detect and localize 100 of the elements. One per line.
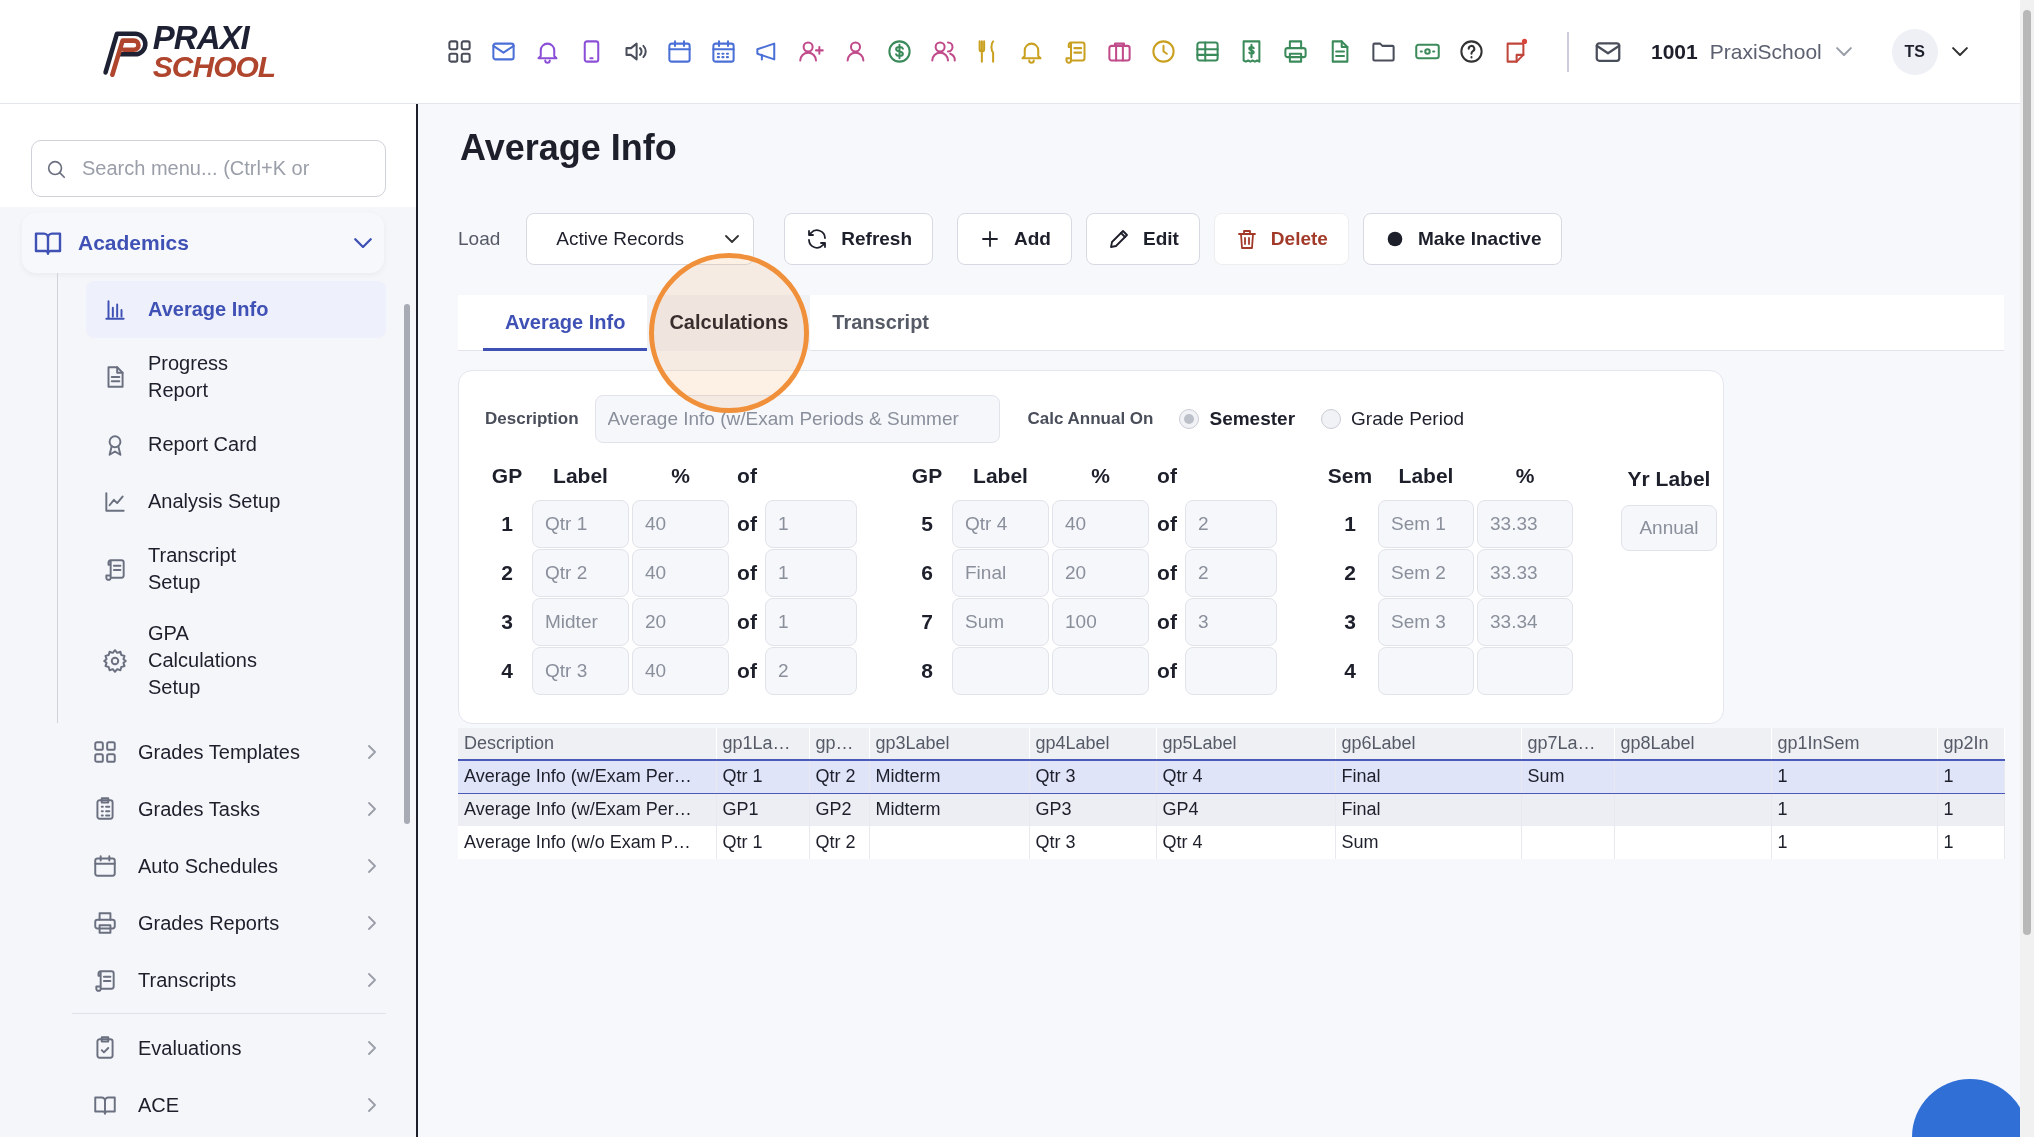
label-field[interactable]: Sem 3 [1378, 598, 1474, 647]
column-header[interactable]: gp3Label [869, 728, 1029, 761]
percent-field[interactable]: 20 [632, 598, 729, 647]
toolbar-button[interactable]: Refresh [784, 213, 934, 266]
of-label: of [1156, 658, 1178, 685]
menu-group[interactable]: Grades Reports [92, 894, 386, 951]
column-header: Sem [1326, 463, 1374, 490]
column-header[interactable]: gp1La… [716, 728, 809, 761]
percent-field[interactable]: 33.33 [1477, 500, 1573, 549]
radio-button[interactable] [1321, 409, 1342, 430]
column-header[interactable]: gp2In [1937, 728, 2004, 761]
column-header: GP [490, 463, 524, 490]
table-cell: Final [1341, 766, 1381, 787]
label-field[interactable]: Qtr 4 [952, 500, 1049, 549]
menu-group[interactable]: ACE [92, 1076, 386, 1133]
of-label: of [1156, 609, 1178, 636]
menu-group[interactable]: Evaluations [92, 1019, 386, 1076]
menu-item[interactable]: Transcript Setup [86, 530, 386, 608]
column-header[interactable]: gp5Label [1156, 728, 1335, 761]
table-cell: Qtr 1 [722, 832, 763, 853]
radio-button[interactable] [1179, 409, 1200, 430]
column-header: Label [1397, 463, 1455, 490]
tab[interactable]: Calculations [647, 295, 811, 352]
menu-item[interactable]: Progress Report [86, 338, 386, 416]
percent-field[interactable] [1477, 647, 1573, 696]
grid-icon[interactable] [446, 38, 473, 65]
of-field[interactable]: 3 [1185, 598, 1277, 647]
label-field[interactable]: Qtr 2 [532, 549, 629, 598]
menu-item[interactable]: Analysis Setup [86, 473, 386, 530]
column-header: % [1090, 463, 1111, 490]
menu-item[interactable]: Average Info [86, 281, 386, 338]
tab[interactable]: Transcript [810, 295, 952, 352]
percent-field[interactable] [1052, 647, 1149, 696]
table-cell: Qtr 2 [815, 766, 856, 787]
scrollbar[interactable] [2020, 0, 2034, 1137]
label-field[interactable] [1378, 647, 1474, 696]
label-field[interactable]: Sem 2 [1378, 549, 1474, 598]
chevron-down-icon [1835, 46, 1852, 57]
table-cell: Average Info (w/Exam Per… [464, 799, 692, 820]
menu-group[interactable]: Transcripts [92, 951, 386, 1008]
toolbar-button[interactable]: Delete [1213, 213, 1349, 266]
table-cell: Qtr 4 [1162, 832, 1203, 853]
school-name[interactable]: PraxiSchool [1709, 35, 1822, 68]
table-cell: 1 [1943, 832, 1954, 853]
table-cell: GP1 [722, 799, 759, 820]
label-field[interactable]: Qtr 3 [532, 647, 629, 696]
of-label: of [736, 511, 758, 538]
toolbar-button[interactable]: Edit [1085, 213, 1200, 266]
page-title: Average Info [460, 126, 678, 170]
label-field[interactable] [952, 647, 1049, 696]
table-cell: Final [1341, 799, 1381, 820]
table-cell: Qtr 2 [815, 832, 856, 853]
semester-number: 4 [1343, 658, 1357, 685]
printer-icon[interactable] [1282, 38, 1309, 65]
column-header[interactable]: gp4Label [1029, 728, 1156, 761]
table-icon[interactable] [1194, 38, 1221, 65]
help-icon[interactable] [1458, 38, 1485, 65]
column-header: GP [910, 463, 944, 490]
search-field[interactable]: Search menu... (Ctrl+K or [31, 140, 386, 197]
grid-icon [92, 738, 118, 765]
scroll-icon[interactable] [1062, 38, 1089, 65]
column-header[interactable]: gp1InSem [1771, 728, 1937, 761]
column-header[interactable]: gp7La… [1521, 728, 1614, 761]
table-cell: Average Info (w/o Exam P… [464, 832, 691, 853]
column-header[interactable]: gp8Label [1614, 728, 1771, 761]
table-cell: Qtr 4 [1162, 766, 1203, 787]
label-field[interactable]: Qtr 1 [532, 500, 629, 549]
toolbar-button[interactable]: Make Inactive [1362, 213, 1563, 266]
of-label: of [736, 560, 758, 587]
menu-group[interactable]: Academics [22, 213, 384, 273]
toolbar-button[interactable]: Add [957, 213, 1072, 266]
column-header[interactable]: gp6Label [1335, 728, 1521, 761]
menu-item[interactable]: Report Card [86, 416, 386, 473]
table-cell: 1 [1777, 766, 1788, 787]
logo-text: SCHOOL [152, 52, 276, 80]
menu-group[interactable]: Auto Schedules [92, 837, 386, 894]
column-header: % [1514, 463, 1536, 490]
column-header: Label [972, 463, 1029, 490]
label-field[interactable]: Sem 1 [1378, 500, 1474, 549]
dollar-icon[interactable] [886, 38, 913, 65]
description-field[interactable]: Average Info (w/Exam Periods & Summer [594, 395, 1000, 444]
scrollbar[interactable] [404, 304, 410, 824]
table-cell: Midterm [875, 799, 941, 820]
column-header[interactable]: Description [458, 728, 716, 761]
percent-field[interactable]: 20 [1052, 549, 1149, 598]
calendar-icon[interactable] [666, 38, 693, 65]
settings-icon [102, 647, 128, 674]
percent-field[interactable]: 100 [1052, 598, 1149, 647]
table-cell: GP2 [815, 799, 852, 820]
menu-item[interactable]: GPA Calculations Setup [86, 608, 386, 713]
menu-group[interactable]: Grades Tasks [92, 780, 386, 837]
calendar-icon[interactable] [710, 38, 737, 65]
load-dropdown[interactable]: Active Records [526, 213, 755, 266]
column-header[interactable]: gp… [809, 728, 869, 761]
percent-field[interactable]: 33.33 [1477, 549, 1573, 598]
avatar[interactable]: TS [1891, 28, 1938, 75]
menu-group[interactable]: Grades Templates [92, 723, 386, 780]
search-icon [45, 158, 67, 180]
clock-icon[interactable] [1150, 38, 1177, 65]
of-field[interactable] [1185, 647, 1277, 696]
